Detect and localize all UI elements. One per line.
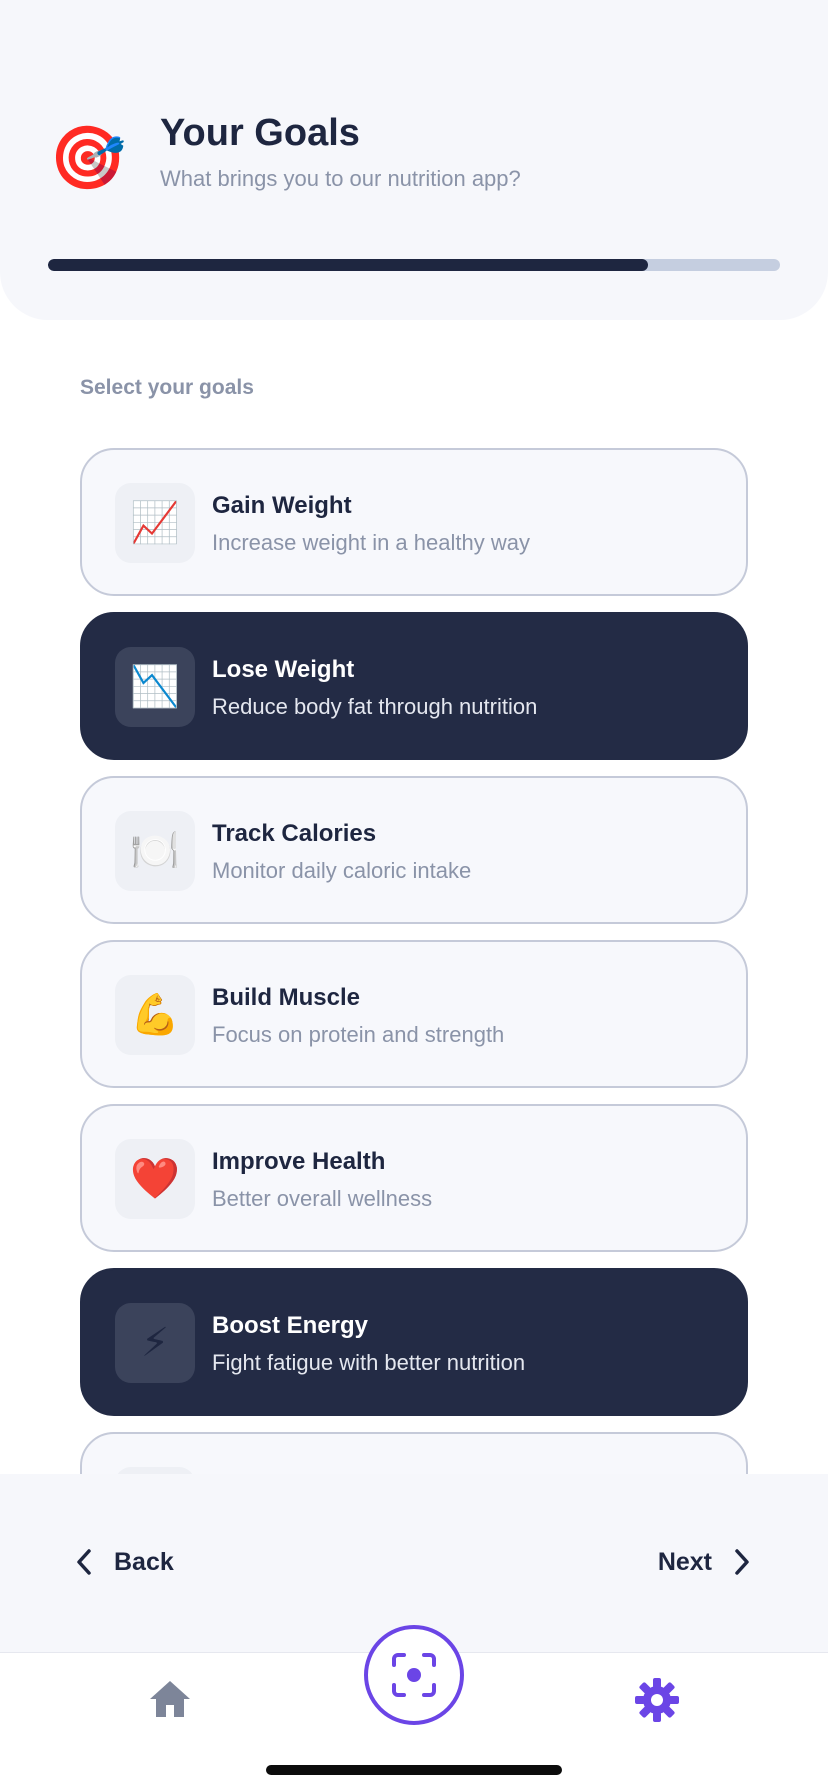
scan-icon	[392, 1653, 436, 1697]
home-icon[interactable]	[148, 1677, 192, 1721]
flexed-biceps-icon: 💪	[115, 975, 195, 1055]
goal-title: Track Calories	[212, 820, 377, 847]
scan-button[interactable]	[364, 1625, 464, 1725]
goal-card-track-calories[interactable]: 🍽️ Track Calories Monitor daily caloric …	[80, 776, 748, 924]
goal-card-lose-weight[interactable]: 📉 Lose Weight Reduce body fat through nu…	[80, 612, 748, 760]
goal-card-build-muscle[interactable]: 💪 Build Muscle Focus on protein and stre…	[80, 940, 748, 1088]
back-button[interactable]: Back	[72, 1532, 174, 1592]
lightning-icon: ⚡	[115, 1303, 195, 1383]
chevron-left-icon	[77, 1549, 91, 1575]
chart-decreasing-icon: 📉	[115, 647, 195, 727]
progress-bar	[48, 259, 780, 271]
next-button-label: Next	[657, 1547, 712, 1576]
page-title: Your Goals	[160, 112, 360, 154]
goal-title: Lose Weight	[212, 656, 355, 683]
progress-bar-fill	[48, 259, 649, 271]
next-button[interactable]: Next	[658, 1532, 754, 1592]
goal-description: Better overall wellness	[212, 1186, 433, 1211]
goal-title: Gain Weight	[212, 492, 352, 519]
goal-icon-partial	[115, 1467, 195, 1474]
back-button-label: Back	[114, 1547, 174, 1576]
goal-description: Monitor daily caloric intake	[212, 858, 472, 883]
section-label: Select your goals	[80, 376, 254, 399]
goal-description: Focus on protein and strength	[212, 1022, 505, 1047]
goals-list[interactable]: 📈 Gain Weight Increase weight in a healt…	[0, 440, 828, 1474]
gear-icon[interactable]	[634, 1677, 680, 1723]
goal-card-boost-energy[interactable]: ⚡ Boost Energy Fight fatigue with better…	[80, 1268, 748, 1416]
chart-increasing-icon: 📈	[115, 483, 195, 563]
goal-title: Improve Health	[212, 1148, 386, 1175]
goal-card-gain-weight[interactable]: 📈 Gain Weight Increase weight in a healt…	[80, 448, 748, 596]
goal-description: Fight fatigue with better nutrition	[212, 1350, 526, 1375]
heart-icon: ❤️	[115, 1139, 195, 1219]
goal-title: Boost Energy	[212, 1312, 369, 1339]
plate-icon: 🍽️	[115, 811, 195, 891]
page-subtitle: What brings you to our nutrition app?	[160, 166, 521, 191]
header: 🎯 Your Goals What brings you to our nutr…	[0, 0, 828, 320]
goal-card-partial[interactable]	[80, 1432, 748, 1474]
goal-description: Reduce body fat through nutrition	[212, 694, 538, 719]
goal-description: Increase weight in a healthy way	[212, 530, 530, 555]
chevron-right-icon	[735, 1549, 749, 1575]
target-icon: 🎯	[49, 121, 127, 194]
home-indicator	[266, 1765, 562, 1775]
goal-title: Build Muscle	[212, 984, 361, 1011]
goal-card-improve-health[interactable]: ❤️ Improve Health Better overall wellnes…	[80, 1104, 748, 1252]
